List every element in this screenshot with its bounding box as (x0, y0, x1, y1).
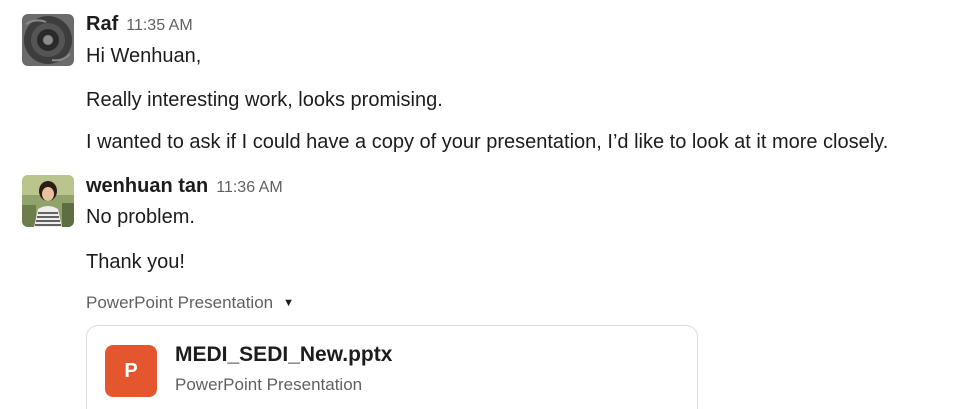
attachment-label-toggle[interactable]: PowerPoint Presentation ▼ (86, 293, 294, 313)
message-thread: Raf 11:35 AM Hi Wenhuan, Really interesti… (0, 0, 965, 409)
author-name[interactable]: wenhuan tan (86, 175, 208, 197)
timestamp[interactable]: 11:36 AM (216, 179, 282, 196)
message-header: Raf 11:35 AM (86, 13, 193, 36)
dark-circular-texture-avatar-icon (22, 14, 74, 66)
file-type: PowerPoint Presentation (175, 375, 363, 394)
author-name[interactable]: Raf (86, 13, 118, 35)
message-text: Thank you! (86, 251, 185, 273)
message-text: Really interesting work, looks promising… (86, 89, 443, 111)
message-text: I wanted to ask if I could have a copy o… (86, 131, 889, 153)
powerpoint-file-icon: P (105, 345, 157, 397)
avatar[interactable] (22, 14, 74, 66)
timestamp[interactable]: 11:35 AM (126, 17, 192, 34)
message-text: No problem. (86, 206, 195, 228)
person-photo-avatar-icon (22, 175, 74, 227)
file-icon-letter: P (124, 359, 138, 382)
message-header: wenhuan tan 11:36 AM (86, 175, 283, 198)
attachment-label: PowerPoint Presentation (86, 293, 274, 312)
file-attachment-card[interactable]: P MEDI_SEDI_New.pptx PowerPoint Presenta… (86, 325, 698, 409)
caret-down-icon[interactable]: ▼ (283, 297, 294, 309)
avatar[interactable] (22, 175, 74, 227)
message-text: Hi Wenhuan, (86, 45, 202, 67)
file-name[interactable]: MEDI_SEDI_New.pptx (175, 343, 392, 367)
